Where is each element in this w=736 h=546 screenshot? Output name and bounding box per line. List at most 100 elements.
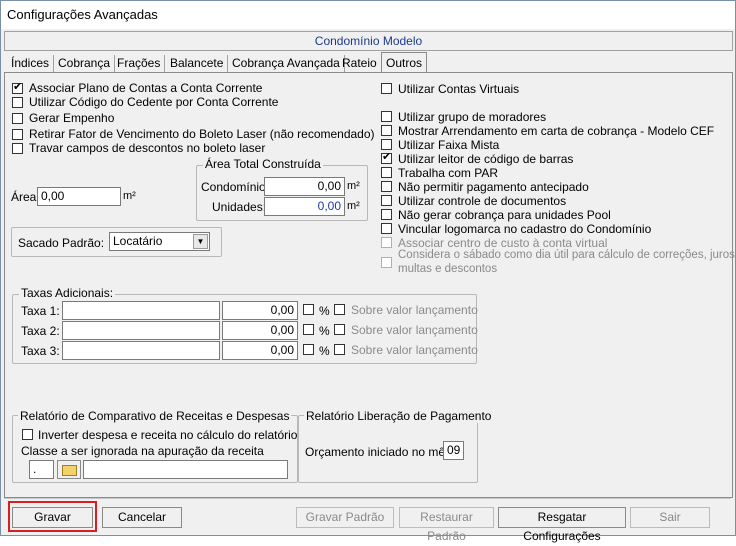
sacado-select[interactable]: Locatário ▼	[109, 232, 210, 251]
classe-label: Classe a ser ignorada na apuração da rec…	[21, 444, 264, 458]
associar-plano-checkbox[interactable]: ✔	[12, 81, 23, 94]
title-bar: Configurações Avançadas	[1, 1, 735, 29]
grupo-moradores-label: Utilizar grupo de moradores	[398, 110, 547, 124]
tab-cobranca[interactable]: Cobrança	[54, 55, 116, 72]
faixa-mista-label: Utilizar Faixa Mista	[398, 138, 500, 152]
unidades-area-input[interactable]: 0,00	[264, 197, 345, 216]
trabalha-par-checkbox[interactable]	[381, 167, 392, 178]
window-title: Configurações Avançadas	[7, 7, 158, 22]
sair-button[interactable]: Sair	[630, 507, 710, 528]
taxa3-name-input[interactable]	[62, 341, 220, 360]
taxa2-name-input[interactable]	[62, 321, 220, 340]
area-unit: m²	[123, 190, 136, 202]
sabado-dia-util-checkbox	[381, 257, 392, 268]
logomarca-checkbox[interactable]	[381, 223, 392, 234]
controle-documentos-checkbox[interactable]	[381, 195, 392, 206]
inverter-checkbox[interactable]	[22, 429, 33, 440]
taxa3-sobre-checkbox[interactable]	[334, 344, 345, 355]
arrendamento-checkbox[interactable]	[381, 125, 392, 136]
leitor-codigo-barras-checkbox[interactable]: ✔	[381, 151, 392, 164]
tab-rateio[interactable]: Rateio	[338, 55, 382, 72]
centro-custo-label: Associar centro de custo à conta virtual	[398, 236, 608, 250]
unidades-label: Unidades:	[212, 200, 267, 214]
settings-window: Configurações Avançadas Condomínio Model…	[0, 0, 736, 543]
leitor-codigo-barras-label: Utilizar leitor de código de barras	[398, 152, 574, 166]
condominio-area-input[interactable]: 0,00	[264, 177, 345, 196]
gerar-empenho-checkbox[interactable]	[12, 113, 23, 124]
taxa1-percent-label: %	[319, 304, 330, 318]
classe-search-button[interactable]	[57, 460, 81, 479]
unidades-unit: m²	[347, 200, 360, 212]
taxa2-percent-checkbox[interactable]	[303, 324, 314, 335]
inverter-label: Inverter despesa e receita no cálculo do…	[38, 428, 298, 442]
outros-panel: ✔ Associar Plano de Contas a Conta Corre…	[4, 72, 736, 498]
tab-indices[interactable]: Índices	[7, 55, 55, 72]
restaurar-padrao-button[interactable]: Restaurar Padrão	[399, 507, 494, 543]
codigo-cedente-checkbox[interactable]	[12, 97, 23, 108]
taxa3-percent-label: %	[319, 344, 330, 358]
area-label: Área:	[11, 190, 40, 204]
taxa2-percent-label: %	[319, 324, 330, 338]
taxa3-sobre-label: Sobre valor lançamento	[351, 343, 478, 357]
tab-balancete[interactable]: Balancete	[166, 55, 229, 72]
arrendamento-label: Mostrar Arrendamento em carta de cobranç…	[398, 124, 715, 138]
area-input[interactable]: 0,00	[37, 187, 121, 206]
condominio-label: Condomínio:	[201, 180, 270, 194]
unidades-pool-label: Não gerar cobrança para unidades Pool	[398, 208, 611, 222]
unidades-pool-checkbox[interactable]	[381, 209, 392, 220]
tab-outros[interactable]: Outros	[381, 52, 428, 73]
contas-virtuais-label: Utilizar Contas Virtuais	[398, 82, 520, 96]
taxa1-sobre-checkbox[interactable]	[334, 304, 345, 315]
taxa2-value-input[interactable]: 0,00	[222, 321, 298, 340]
orcamento-month-input[interactable]: 09	[443, 441, 464, 460]
taxa1-percent-checkbox[interactable]	[303, 304, 314, 315]
centro-custo-checkbox	[381, 237, 392, 248]
relatorio-liberacao-title: Relatório Liberação de Pagamento	[304, 409, 494, 423]
tab-cobranca-avancada[interactable]: Cobrança Avançada	[228, 55, 345, 72]
retirar-fator-checkbox[interactable]	[12, 129, 23, 140]
taxas-title: Taxas Adicionais:	[19, 286, 116, 300]
area-total-title: Área Total Construída	[203, 157, 323, 171]
taxa3-label: Taxa 3:	[21, 344, 60, 358]
pagamento-antecipado-checkbox[interactable]	[381, 181, 392, 192]
folder-icon	[61, 465, 77, 476]
gerar-empenho-label: Gerar Empenho	[29, 111, 115, 125]
travar-descontos-checkbox[interactable]	[12, 143, 23, 154]
taxa3-percent-checkbox[interactable]	[303, 344, 314, 355]
grupo-moradores-checkbox[interactable]	[381, 111, 392, 122]
classe-code-input[interactable]: .	[29, 460, 54, 479]
taxa1-name-input[interactable]	[62, 301, 220, 320]
retirar-fator-label: Retirar Fator de Vencimento do Boleto La…	[29, 127, 375, 141]
gravar-padrao-button[interactable]: Gravar Padrão	[296, 507, 394, 528]
relatorio-comparativo-title: Relatório de Comparativo de Receitas e D…	[18, 409, 292, 423]
sacado-label: Sacado Padrão:	[18, 236, 105, 250]
sabado-dia-util-label-line2: multas e descontos	[398, 263, 498, 275]
cancelar-button[interactable]: Cancelar	[102, 507, 182, 528]
highlight-frame	[8, 501, 97, 532]
classe-desc-input[interactable]	[83, 460, 288, 479]
taxa3-value-input[interactable]: 0,00	[222, 341, 298, 360]
resgatar-configuracoes-button[interactable]: Resgatar Configurações	[498, 507, 626, 543]
sabado-dia-util-label-line1: Considera o sábado como dia útil para cá…	[398, 249, 736, 261]
controle-documentos-label: Utilizar controle de documentos	[398, 194, 567, 208]
trabalha-par-label: Trabalha com PAR	[398, 166, 499, 180]
orcamento-label: Orçamento iniciado no mês:	[305, 445, 455, 459]
codigo-cedente-label: Utilizar Código do Cedente por Conta Cor…	[29, 95, 279, 109]
taxa1-sobre-label: Sobre valor lançamento	[351, 303, 478, 317]
footer-separator	[4, 498, 731, 499]
tab-fracoes[interactable]: Frações	[113, 55, 166, 72]
taxa2-sobre-checkbox[interactable]	[334, 324, 345, 335]
chevron-down-icon[interactable]: ▼	[193, 234, 208, 249]
taxa2-label: Taxa 2:	[21, 324, 60, 338]
taxa1-label: Taxa 1:	[21, 304, 60, 318]
sacado-value: Locatário	[113, 234, 163, 248]
travar-descontos-label: Travar campos de descontos no boleto las…	[29, 141, 266, 155]
check-icon: ✔	[382, 151, 392, 163]
taxa2-sobre-label: Sobre valor lançamento	[351, 323, 478, 337]
logomarca-label: Vincular logomarca no cadastro do Condom…	[398, 222, 652, 236]
taxa1-value-input[interactable]: 0,00	[222, 301, 298, 320]
contas-virtuais-checkbox[interactable]	[381, 83, 392, 94]
condominium-header: Condomínio Modelo	[4, 31, 733, 51]
faixa-mista-checkbox[interactable]	[381, 139, 392, 150]
pagamento-antecipado-label: Não permitir pagamento antecipado	[398, 180, 589, 194]
